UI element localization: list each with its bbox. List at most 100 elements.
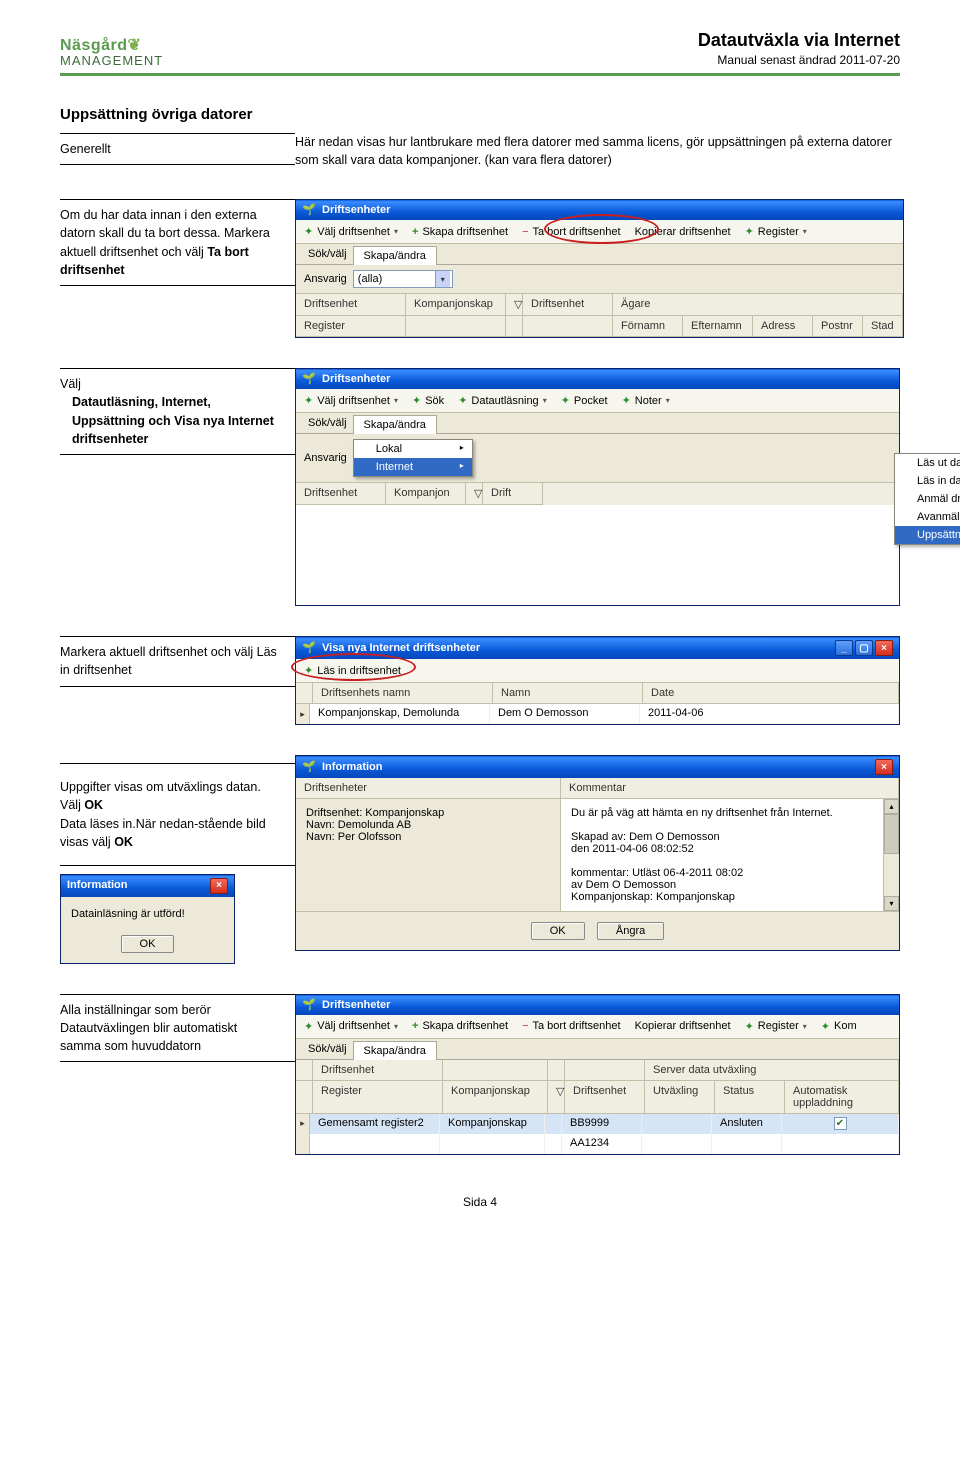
window-titlebar[interactable]: 🌱 Driftsenheter	[296, 995, 899, 1015]
toolbar-valj-driftsenhet[interactable]: ✦Välj driftsenhet ▾	[302, 1019, 400, 1034]
ok-button[interactable]: OK	[121, 935, 175, 953]
ok-button[interactable]: OK	[531, 922, 585, 940]
toolbar-kopierar-driftsenhet[interactable]: Kopierar driftsenhet	[633, 225, 733, 239]
minus-icon: −	[522, 226, 528, 238]
col-kompanjonskap[interactable]: Kompanjonskap	[406, 294, 506, 316]
toolbar-valj-driftsenhet[interactable]: ✦Välj driftsenhet ▾	[302, 393, 400, 408]
chevron-down-icon: ▾	[394, 227, 398, 236]
document-subtitle: Manual senast ändrad 2011-07-20	[698, 53, 900, 67]
toolbar-noter[interactable]: ✦Noter ▾	[620, 393, 672, 408]
toolbar-skapa-driftsenhet[interactable]: +Skapa driftsenhet	[410, 1019, 510, 1033]
grid-header: Driftsenhets namn Namn Date	[296, 683, 899, 704]
window-titlebar[interactable]: 🌱 Visa nya Internet driftsenheter _ ▢ ×	[296, 637, 899, 659]
window-titlebar[interactable]: 🌱 Driftsenheter	[296, 200, 903, 220]
cancel-button[interactable]: Ångra	[597, 922, 664, 940]
toolbar-skapa-driftsenhet[interactable]: +Skapa driftsenhet	[410, 225, 510, 239]
menu-avanmal-driftsenhet[interactable]: Avanmäl driftsenhet	[895, 508, 960, 526]
close-button[interactable]: ×	[210, 878, 228, 894]
col-register[interactable]: Register	[296, 316, 406, 337]
col-agare[interactable]: Ägare	[613, 294, 903, 316]
toolbar-datautlasning[interactable]: ✦Datautläsning ▾	[456, 393, 549, 408]
app-icon: 🌱	[302, 372, 316, 386]
maximize-button[interactable]: ▢	[855, 640, 873, 656]
col-kompanjon[interactable]: Kompanjon	[386, 483, 466, 505]
checkbox-checked-icon[interactable]: ✔	[834, 1117, 847, 1130]
grid-header-1: Driftsenhet Server data utväxling	[296, 1060, 899, 1081]
minus-icon: −	[522, 1020, 528, 1032]
bullet-icon: ✦	[304, 1020, 313, 1033]
table-row[interactable]: AA1234	[296, 1134, 899, 1154]
col-driftsenhet[interactable]: Driftsenhet	[296, 483, 386, 505]
bullet-icon: ✦	[304, 225, 313, 238]
col-driftsenhet2[interactable]: Driftsenhet	[523, 294, 613, 316]
col-date[interactable]: Date	[643, 683, 899, 704]
tab-skapa-andra[interactable]: Skapa/ändra	[353, 246, 437, 265]
toolbar-sok[interactable]: ✦Sök	[410, 393, 446, 408]
col-register[interactable]: Register	[313, 1081, 443, 1114]
col-driftsenhet[interactable]: Driftsenhet	[296, 294, 406, 316]
col-automatisk-uppladdning[interactable]: Automatisk uppladdning	[785, 1081, 899, 1114]
col-utvaxling[interactable]: Utväxling	[645, 1081, 715, 1114]
tab-skapa-andra[interactable]: Skapa/ändra	[353, 415, 437, 434]
menu-las-in-data[interactable]: Läs in data	[895, 472, 960, 490]
menu-lokal[interactable]: Lokal▸	[354, 440, 472, 458]
col-kompanjonskap[interactable]: Kompanjonskap	[443, 1081, 548, 1114]
menu-anmal-driftsenhet[interactable]: Anmäl driftsenhet	[895, 490, 960, 508]
ansvarig-label: Ansvarig	[304, 273, 347, 285]
ansvarig-select[interactable]: (alla)	[353, 270, 453, 288]
toolbar-las-in-driftsenhet[interactable]: ✦Läs in driftsenhet	[302, 663, 403, 678]
menu-uppsattning[interactable]: Uppsättning▸	[895, 526, 960, 544]
toolbar-kom[interactable]: ✦Kom	[819, 1019, 859, 1034]
col-sort[interactable]: ▽	[506, 294, 523, 316]
toolbar-valj-driftsenhet[interactable]: ✦Välj driftsenhet ▾	[302, 224, 400, 239]
close-button[interactable]: ×	[875, 759, 893, 775]
close-button[interactable]: ×	[875, 640, 893, 656]
col-efternamn[interactable]: Efternamn	[683, 316, 753, 337]
col-fornamn[interactable]: Förnamn	[613, 316, 683, 337]
window-titlebar[interactable]: 🌱 Information ×	[296, 756, 899, 778]
toolbar-kopierar-driftsenhet[interactable]: Kopierar driftsenhet	[633, 1019, 733, 1033]
col-stad[interactable]: Stad	[863, 316, 903, 337]
col-driftsenhet[interactable]: Driftsenhet	[313, 1060, 443, 1081]
col-driftsenhet2[interactable]: Driftsenhet	[565, 1081, 645, 1114]
menu-internet[interactable]: Internet▸	[354, 458, 472, 476]
toolbar-register[interactable]: ✦Register ▾	[743, 1019, 809, 1034]
bullet-icon: ✦	[458, 394, 467, 407]
col-adress[interactable]: Adress	[753, 316, 813, 337]
col-namn[interactable]: Namn	[493, 683, 643, 704]
bullet-icon: ✦	[304, 394, 313, 407]
table-row[interactable]: ▸ Gemensamt register2 Kompanjonskap BB99…	[296, 1114, 899, 1134]
table-row[interactable]: ▸ Kompanjonskap, Demolunda Dem O Demosso…	[296, 704, 899, 724]
information-dialog: 🌱 Information × Driftsenheter Kommentar …	[295, 755, 900, 951]
app-icon: 🌱	[302, 641, 316, 655]
col-status[interactable]: Status	[715, 1081, 785, 1114]
toolbar-ta-bort-driftsenhet[interactable]: −Ta bort driftsenhet	[520, 225, 623, 239]
block1-label: Generellt	[60, 133, 295, 165]
driftsenheter-window-1: 🌱 Driftsenheter ✦Välj driftsenhet ▾ +Ska…	[295, 199, 904, 338]
window-titlebar[interactable]: 🌱 Driftsenheter	[296, 369, 899, 389]
tab-strip: Sök/välj Skapa/ändra	[296, 1039, 899, 1060]
info-message: Datainläsning är utförd!	[71, 907, 224, 923]
window-title: Driftsenheter	[322, 999, 390, 1011]
scroll-down-icon[interactable]: ▾	[884, 896, 899, 911]
tab-label: Sök/välj	[302, 413, 353, 433]
toolbar-ta-bort-driftsenhet[interactable]: −Ta bort driftsenhet	[520, 1019, 623, 1033]
col-drift[interactable]: Drift	[483, 483, 543, 505]
chevron-down-icon: ▾	[394, 1022, 398, 1031]
tab-skapa-andra[interactable]: Skapa/ändra	[353, 1041, 437, 1060]
col-server-data-utvaxling[interactable]: Server data utväxling	[645, 1060, 899, 1081]
vertical-scrollbar[interactable]: ▴ ▾	[883, 799, 899, 911]
leaf-icon: ❦	[128, 37, 142, 54]
scroll-up-icon[interactable]: ▴	[884, 799, 899, 814]
window-titlebar[interactable]: Information ×	[61, 875, 234, 897]
bullet-icon: ✦	[561, 394, 570, 407]
plus-icon: +	[412, 1020, 418, 1032]
menu-las-ut-data[interactable]: Läs ut data	[895, 454, 960, 472]
toolbar-pocket[interactable]: ✦Pocket	[559, 393, 610, 408]
col-postnr[interactable]: Postnr	[813, 316, 863, 337]
minimize-button[interactable]: _	[835, 640, 853, 656]
col-driftsenhets-namn[interactable]: Driftsenhets namn	[313, 683, 493, 704]
grid-header: Driftsenhet Kompanjonskap ▽ Driftsenhet …	[296, 294, 903, 316]
toolbar-register[interactable]: ✦Register ▾	[743, 224, 809, 239]
chevron-down-icon: ▾	[803, 1022, 807, 1031]
